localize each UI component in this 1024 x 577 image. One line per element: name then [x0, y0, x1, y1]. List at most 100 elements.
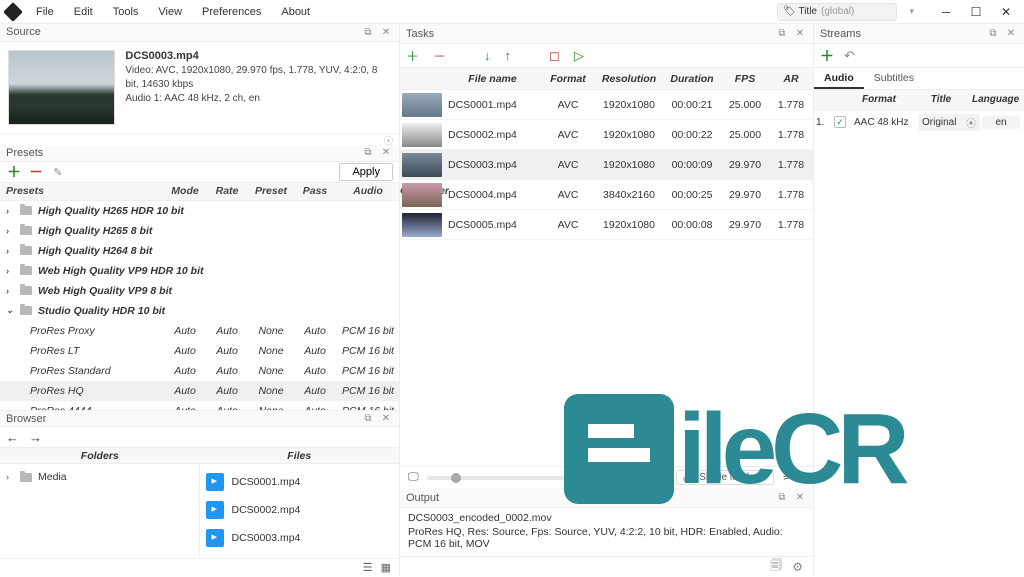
streams-column-header: Format Title Language [814, 90, 1024, 110]
apply-button[interactable]: Apply [339, 163, 393, 181]
menu-edit[interactable]: Edit [70, 4, 97, 20]
preset-folder[interactable]: ›Web High Quality VP9 HDR 10 bit [0, 261, 399, 281]
tag-icon: 🏷 [784, 7, 794, 17]
menu-view[interactable]: View [154, 4, 186, 20]
undo-button[interactable]: ↶ [844, 48, 855, 64]
task-row[interactable]: DCS0002.mp4AVC1920x108000:00:2225.0001.7… [400, 120, 813, 150]
task-thumbnail [402, 213, 442, 237]
col-fps: FPS [721, 73, 769, 85]
remove-preset-button[interactable]: － [28, 164, 44, 180]
close-source-icon[interactable]: ⓧ [384, 134, 393, 145]
video-file-icon [206, 501, 224, 519]
col-format: Format [541, 73, 595, 85]
stream-row[interactable]: 1. ✓ AAC 48 kHz Original⦿ en [814, 110, 1024, 134]
close-panel-icon[interactable]: ✕ [793, 492, 807, 503]
preset-row[interactable]: ProRes StandardAutoAutoNoneAutoPCM 16 bi… [0, 361, 399, 381]
filter-icon[interactable]: ⚞ [782, 472, 791, 483]
preset-folder[interactable]: ›High Quality H265 HDR 10 bit [0, 201, 399, 221]
menu-tools[interactable]: Tools [109, 4, 143, 20]
preset-folder[interactable]: ›Web High Quality VP9 8 bit [0, 281, 399, 301]
list-icon[interactable]: ≡ [799, 472, 805, 483]
file-row[interactable]: DCS0002.mp4 [206, 496, 394, 524]
timeline-track[interactable] [427, 476, 668, 480]
stop-button[interactable]: ◻ [549, 48, 560, 64]
title-search-dropdown-icon[interactable]: ▾ [909, 6, 914, 17]
presets-panel-title: Presets [6, 147, 357, 159]
close-panel-icon[interactable]: ✕ [379, 147, 393, 158]
file-row[interactable]: DCS0001.mp4 [206, 468, 394, 496]
streams-panel-title: Streams [820, 28, 982, 40]
preset-row[interactable]: ProRes 4444AutoAutoNoneAutoPCM 16 bitMOV [0, 401, 399, 410]
task-row[interactable]: DCS0003.mp4AVC1920x108000:00:0929.9701.7… [400, 150, 813, 180]
maximize-button[interactable]: ☐ [964, 5, 988, 19]
source-panel-title: Source [6, 26, 357, 38]
output-filename: DCS0003_encoded_0002.mov [408, 512, 805, 524]
browser-footer: ☰ ▦ [0, 558, 399, 576]
close-panel-icon[interactable]: ✕ [379, 27, 393, 38]
presets-toolbar: ＋ － ✎ Apply [0, 162, 399, 183]
browser-panel-header: Browser ⧉ ✕ [0, 410, 399, 428]
back-button[interactable]: ← [6, 430, 19, 445]
close-panel-icon[interactable]: ✕ [1004, 28, 1018, 39]
timeline-knob[interactable] [451, 473, 461, 483]
close-button[interactable]: ✕ [994, 5, 1018, 19]
monitor-icon[interactable]: 🖵 [408, 471, 419, 484]
popout-icon[interactable]: ⧉ [775, 492, 789, 503]
stream-format: AAC 48 kHz [854, 117, 916, 128]
preset-folder[interactable]: ›High Quality H265 8 bit [0, 221, 399, 241]
popout-icon[interactable]: ⧉ [361, 413, 375, 424]
task-thumbnail [402, 153, 442, 177]
list-view-icon[interactable]: ☰ [363, 561, 373, 574]
popout-icon[interactable]: ⧉ [775, 28, 789, 39]
tab-subtitles[interactable]: Subtitles [864, 68, 924, 89]
close-panel-icon[interactable]: ✕ [793, 28, 807, 39]
tab-audio[interactable]: Audio [814, 68, 864, 89]
log-icon[interactable]: 🗐 [770, 556, 782, 577]
tasks-panel-header: Tasks ⧉ ✕ [400, 24, 813, 44]
browser-files: DCS0001.mp4DCS0002.mp4DCS0003.mp4 [200, 464, 400, 558]
file-row[interactable]: DCS0003.mp4 [206, 524, 394, 552]
minimize-button[interactable]: ─ [934, 5, 958, 19]
app-logo-icon [3, 2, 23, 22]
preset-row[interactable]: ProRes HQAutoAutoNoneAutoPCM 16 bitMOV [0, 381, 399, 401]
chevron-right-icon: › [6, 286, 14, 296]
add-stream-button[interactable]: ＋ [820, 46, 834, 66]
preset-folder[interactable]: ›High Quality H264 8 bit [0, 241, 399, 261]
task-row[interactable]: DCS0001.mp4AVC1920x108000:00:2125.0001.7… [400, 90, 813, 120]
task-thumbnail [402, 123, 442, 147]
popout-icon[interactable]: ⧉ [986, 28, 1000, 39]
source-panel-header: Source ⧉ ✕ [0, 24, 399, 42]
streams-tabs: Audio Subtitles [814, 68, 1024, 90]
popout-icon[interactable]: ⧉ [361, 27, 375, 38]
mode-selector[interactable]: 🔗 Single Mode ⌄ [676, 470, 774, 485]
add-task-button[interactable]: ＋ [406, 46, 419, 65]
col-filename: File name [444, 73, 541, 85]
task-row[interactable]: DCS0005.mp4AVC1920x108000:00:0829.9701.7… [400, 210, 813, 240]
popout-icon[interactable]: ⧉ [361, 147, 375, 158]
move-down-button[interactable]: ↓ [484, 48, 491, 63]
menu-preferences[interactable]: Preferences [198, 4, 265, 20]
grid-view-icon[interactable]: ▦ [381, 561, 391, 574]
close-panel-icon[interactable]: ✕ [379, 413, 393, 424]
remove-task-button[interactable]: － [433, 46, 446, 65]
settings-icon[interactable]: ⚙ [792, 560, 803, 574]
menu-about[interactable]: About [277, 4, 314, 20]
edit-preset-button[interactable]: ✎ [50, 164, 66, 180]
title-search-scope: (global) [821, 6, 854, 17]
title-search[interactable]: 🏷 Title (global) [777, 3, 897, 21]
move-up-button[interactable]: ↑ [505, 48, 512, 63]
task-row[interactable]: DCS0004.mp4AVC3840x216000:00:2529.9701.7… [400, 180, 813, 210]
stream-language[interactable]: en [982, 116, 1020, 129]
browser-column-header: Folders Files [0, 447, 399, 465]
col-files: Files [200, 448, 400, 464]
stream-title-combo[interactable]: Original⦿ [918, 114, 980, 131]
forward-button[interactable]: → [29, 430, 42, 445]
play-button[interactable]: ▷ [574, 48, 584, 64]
add-preset-button[interactable]: ＋ [6, 164, 22, 180]
preset-row[interactable]: ProRes LTAutoAutoNoneAutoPCM 16 bitMOV [0, 341, 399, 361]
preset-row[interactable]: ProRes ProxyAutoAutoNoneAutoPCM 16 bitMO… [0, 321, 399, 341]
stream-checkbox[interactable]: ✓ [834, 116, 846, 128]
menu-file[interactable]: File [32, 4, 58, 20]
folder-row[interactable]: › Media [6, 468, 193, 486]
preset-folder[interactable]: ⌄Studio Quality HDR 10 bit [0, 301, 399, 321]
